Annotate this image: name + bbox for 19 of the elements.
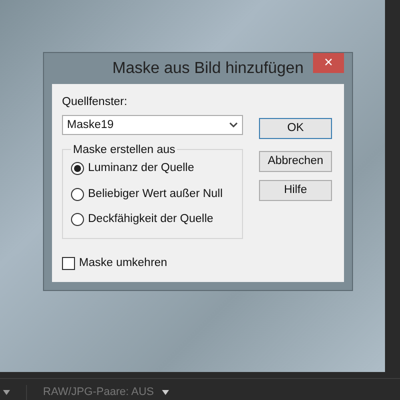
source-dropdown[interactable]: Maske19 <box>62 115 243 136</box>
dialog-button[interactable]: Hilfe <box>259 180 332 201</box>
checkbox[interactable] <box>62 257 75 270</box>
caret-down-icon[interactable] <box>3 390 10 395</box>
source-value: Maske19 <box>67 118 114 133</box>
option-label: Deckfähigkeit der Quelle <box>88 212 214 227</box>
source-label: Quellfenster: <box>62 95 128 110</box>
radio-button[interactable] <box>71 188 84 201</box>
option-label: Luminanz der Quelle <box>88 161 194 176</box>
window-title: Maske aus Bild hinzufügen <box>112 59 304 79</box>
radio-button[interactable] <box>71 162 84 176</box>
dialog-button[interactable]: Abbrechen <box>259 151 332 172</box>
radio-button[interactable] <box>71 212 84 226</box>
chevron-down-icon <box>229 122 238 128</box>
caret-down-icon[interactable] <box>162 390 169 395</box>
dialog-button[interactable]: OK <box>259 118 332 139</box>
close-button[interactable]: × <box>313 53 344 73</box>
option-label: Beliebiger Wert außer Null <box>88 186 223 202</box>
checkbox-label: Maske umkehren <box>79 256 168 271</box>
